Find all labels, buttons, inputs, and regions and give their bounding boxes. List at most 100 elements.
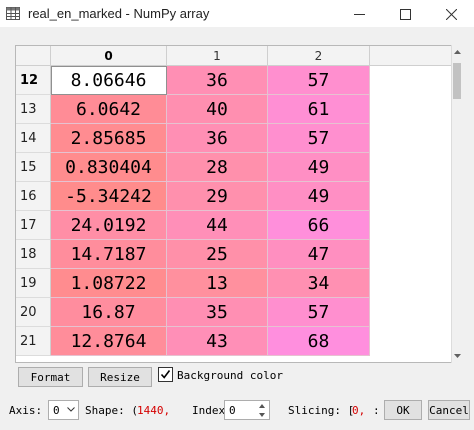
table-corner — [16, 46, 51, 66]
minimize-button[interactable] — [336, 0, 382, 28]
table-cell[interactable]: 47 — [268, 240, 370, 269]
table-cell[interactable]: 44 — [167, 211, 268, 240]
spin-down-icon[interactable] — [255, 411, 268, 420]
table-cell[interactable]: 2.85685 — [51, 124, 167, 153]
table-cell[interactable]: 12.8764 — [51, 327, 167, 356]
resize-button[interactable]: Resize — [88, 367, 152, 387]
table-cell[interactable]: 68 — [268, 327, 370, 356]
table-cell[interactable]: 36 — [167, 66, 268, 95]
column-header-filler — [370, 46, 461, 66]
column-header-0[interactable]: 0 — [51, 46, 167, 66]
close-icon — [445, 8, 457, 20]
table-empty-area — [370, 327, 461, 356]
table-empty-area — [370, 124, 461, 153]
table-cell[interactable]: 57 — [268, 124, 370, 153]
table-cell[interactable]: 1.08722 — [51, 269, 167, 298]
table-row: 15 0.830404 28 49 — [16, 153, 461, 182]
scroll-up-icon[interactable] — [452, 45, 463, 59]
row-header[interactable]: 16 — [16, 182, 51, 211]
chevron-down-icon — [67, 407, 75, 412]
maximize-button[interactable] — [382, 0, 428, 28]
table-cell[interactable]: 34 — [268, 269, 370, 298]
maximize-icon — [399, 8, 411, 20]
row-header[interactable]: 19 — [16, 269, 51, 298]
table-cell[interactable]: -5.34242 — [51, 182, 167, 211]
table-cell[interactable]: 40 — [167, 95, 268, 124]
table-empty-area — [370, 298, 461, 327]
table-cell[interactable]: 36 — [167, 124, 268, 153]
axis-select[interactable]: 0 — [48, 400, 79, 420]
axis-label: Axis: — [9, 404, 43, 417]
table-row: 20 16.87 35 57 — [16, 298, 461, 327]
row-header[interactable]: 13 — [16, 95, 51, 124]
table-grid-icon — [6, 7, 20, 20]
table-cell[interactable]: 14.7187 — [51, 240, 167, 269]
table-row: 18 14.7187 25 47 — [16, 240, 461, 269]
column-header-2[interactable]: 2 — [268, 46, 370, 66]
table-cell[interactable]: 24.0192 — [51, 211, 167, 240]
table-cell[interactable]: 49 — [268, 153, 370, 182]
array-table[interactable]: 0 1 2 12 8.06646 36 57 13 6.0642 40 61 14 2.85685… — [15, 45, 462, 363]
table-row: 19 1.08722 13 34 — [16, 269, 461, 298]
shape-value: 1440, — [137, 404, 171, 417]
slicing-label: Slicing: [ — [288, 404, 355, 417]
row-header[interactable]: 15 — [16, 153, 51, 182]
row-header[interactable]: 17 — [16, 211, 51, 240]
scroll-down-icon[interactable] — [452, 349, 463, 363]
window-title: real_en_marked - NumPy array — [28, 6, 210, 21]
table-row: 16 -5.34242 29 49 — [16, 182, 461, 211]
row-header[interactable]: 14 — [16, 124, 51, 153]
cancel-button[interactable]: Cancel — [428, 400, 470, 420]
table-cell[interactable]: 57 — [268, 66, 370, 95]
shape-label: Shape: ( — [85, 404, 138, 417]
table-cell[interactable]: 25 — [167, 240, 268, 269]
table-empty-area — [370, 182, 461, 211]
minimize-icon — [353, 13, 365, 15]
column-header-1[interactable]: 1 — [167, 46, 268, 66]
row-header[interactable]: 12 — [16, 66, 51, 95]
table-cell[interactable]: 0.830404 — [51, 153, 167, 182]
title-bar: real_en_marked - NumPy array — [0, 0, 474, 28]
table-row: 21 12.8764 43 68 — [16, 327, 461, 356]
vertical-scrollbar[interactable] — [451, 45, 462, 363]
row-header[interactable]: 21 — [16, 327, 51, 356]
background-color-checkbox[interactable] — [158, 367, 173, 382]
table-empty-area — [370, 211, 461, 240]
table-row: 14 2.85685 36 57 — [16, 124, 461, 153]
table-cell[interactable]: 57 — [268, 298, 370, 327]
table-cell[interactable]: 49 — [268, 182, 370, 211]
table-cell[interactable]: 28 — [167, 153, 268, 182]
table-cell[interactable]: 6.0642 — [51, 95, 167, 124]
table-row: 17 24.0192 44 66 — [16, 211, 461, 240]
table-empty-area — [370, 153, 461, 182]
table-empty-area — [370, 95, 461, 124]
spin-up-icon[interactable] — [255, 402, 268, 411]
ok-button[interactable]: OK — [384, 400, 422, 420]
background-color-label[interactable]: Background color — [177, 369, 283, 382]
slicing-tail: : — [373, 404, 380, 417]
table-cell[interactable]: 29 — [167, 182, 268, 211]
table-empty-area — [370, 240, 461, 269]
table-cell[interactable]: 8.06646 — [51, 66, 167, 95]
column-header-row: 0 1 2 — [16, 46, 461, 66]
axis-value: 0 — [53, 403, 60, 417]
format-button[interactable]: Format — [18, 367, 83, 387]
index-spinbox[interactable]: 0 — [224, 400, 270, 420]
table-row: 12 8.06646 36 57 — [16, 66, 461, 95]
row-header[interactable]: 20 — [16, 298, 51, 327]
table-cell[interactable]: 61 — [268, 95, 370, 124]
table-empty-area — [370, 66, 461, 95]
checkmark-icon — [160, 370, 171, 379]
table-cell[interactable]: 16.87 — [51, 298, 167, 327]
table-cell[interactable]: 43 — [167, 327, 268, 356]
table-cell[interactable]: 13 — [167, 269, 268, 298]
index-spin-arrows[interactable] — [255, 402, 268, 419]
close-button[interactable] — [428, 0, 474, 28]
row-header[interactable]: 18 — [16, 240, 51, 269]
table-empty-area — [370, 269, 461, 298]
table-cell[interactable]: 66 — [268, 211, 370, 240]
scrollbar-thumb[interactable] — [453, 63, 461, 99]
index-value: 0 — [229, 403, 236, 417]
table-cell[interactable]: 35 — [167, 298, 268, 327]
slicing-value: 0, — [352, 404, 366, 417]
